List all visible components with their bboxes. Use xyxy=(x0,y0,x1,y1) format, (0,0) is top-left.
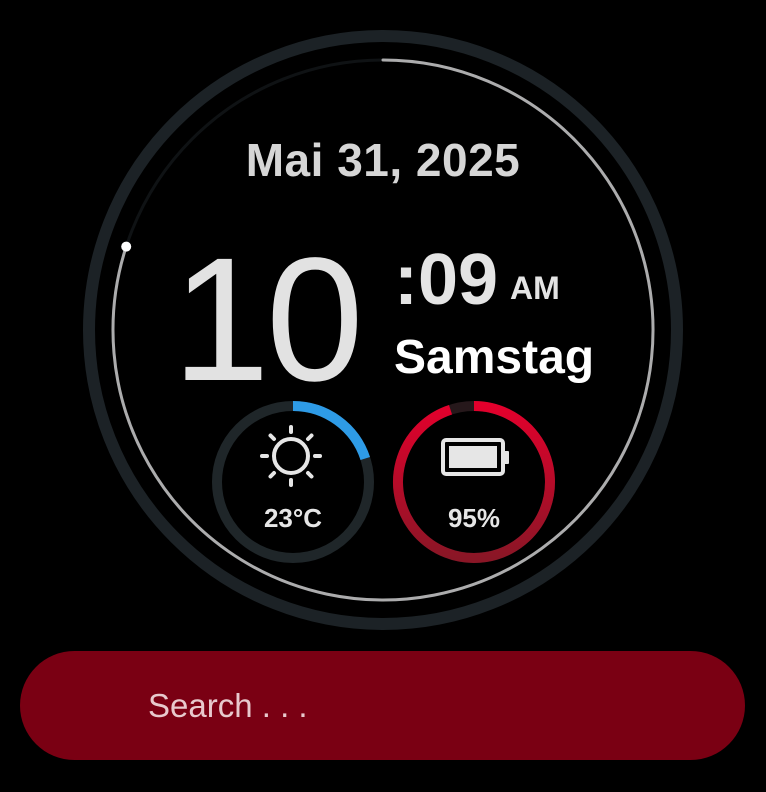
battery-gauge xyxy=(393,401,555,563)
battery-percent-label: 95% xyxy=(447,503,501,533)
clock-ring xyxy=(83,30,683,630)
weather-gauge xyxy=(212,401,374,563)
ampm-label: AM xyxy=(510,270,560,306)
search-input[interactable] xyxy=(148,681,708,731)
battery-gauge-fill xyxy=(393,401,555,563)
hour-label: 10 xyxy=(172,222,364,418)
sun-icon xyxy=(260,425,322,487)
date-label: Mai 31, 2025 xyxy=(245,134,521,186)
minutes-label: :09 xyxy=(394,240,499,320)
search-bar[interactable] xyxy=(20,651,745,760)
temperature-label: 23°C xyxy=(263,503,323,533)
clock-widget: Mai 31, 2025 10 :09 AM Samstag 23°C 95% xyxy=(0,0,766,640)
seconds-indicator-dot xyxy=(121,241,132,252)
battery-icon xyxy=(441,438,509,476)
weekday-label: Samstag xyxy=(394,331,595,384)
